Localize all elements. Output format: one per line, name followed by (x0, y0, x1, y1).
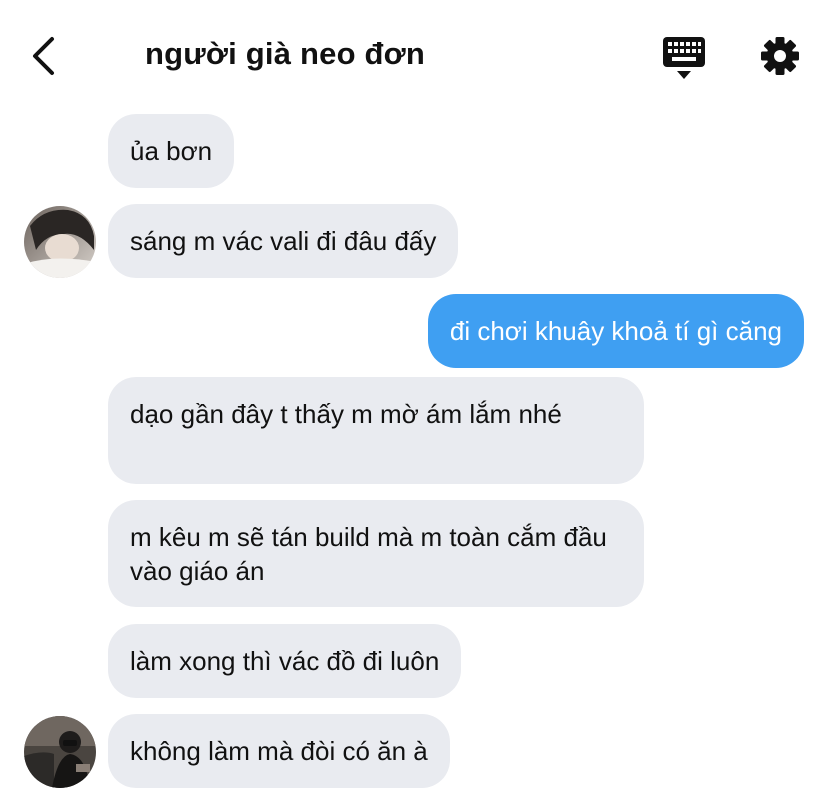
chat-header: người già neo đơn (0, 0, 828, 110)
avatar[interactable] (24, 206, 96, 278)
contact-photo (24, 206, 96, 278)
chat-title: người già neo đơn (145, 36, 426, 71)
contact-photo (24, 716, 96, 788)
message-bubble-incoming[interactable]: không làm mà đòi có ăn à (108, 714, 450, 788)
message-bubble-incoming[interactable]: dạo gần đây t thấy m mờ ám lắm nhé (108, 377, 644, 484)
message-bubble-incoming[interactable]: làm xong thì vác đồ đi luôn (108, 624, 462, 698)
avatar[interactable] (24, 716, 96, 788)
message-bubble-outgoing[interactable]: đi chơi khuây khoả tí gì căng (427, 294, 804, 368)
message-text: làm xong thì vác đồ đi luôn (130, 646, 440, 676)
message-text: dạo gần đây t thấy m mờ ám lắm nhé (130, 399, 562, 429)
back-button[interactable] (26, 32, 66, 80)
message-text: không làm mà đòi có ăn à (130, 736, 428, 766)
message-bubble-incoming[interactable]: m kêu m sẽ tán build mà m toàn cắm đầu v… (108, 500, 644, 607)
message-bubble-incoming[interactable]: ủa bơn (108, 114, 235, 188)
chevron-left-icon (33, 37, 54, 75)
message-text: sáng m vác vali đi đâu đấy (130, 226, 437, 256)
message-text: m kêu m sẽ tán build mà m toàn cắm đầu v… (130, 522, 607, 586)
settings-button[interactable] (758, 34, 802, 78)
gear-icon (761, 37, 799, 75)
keyboard-button[interactable] (662, 36, 706, 80)
message-bubble-incoming[interactable]: sáng m vác vali đi đâu đấy (108, 204, 459, 278)
keyboard-icon (663, 37, 705, 79)
message-text: đi chơi khuây khoả tí gì căng (449, 316, 782, 346)
message-text: ủa bơn (130, 136, 213, 166)
